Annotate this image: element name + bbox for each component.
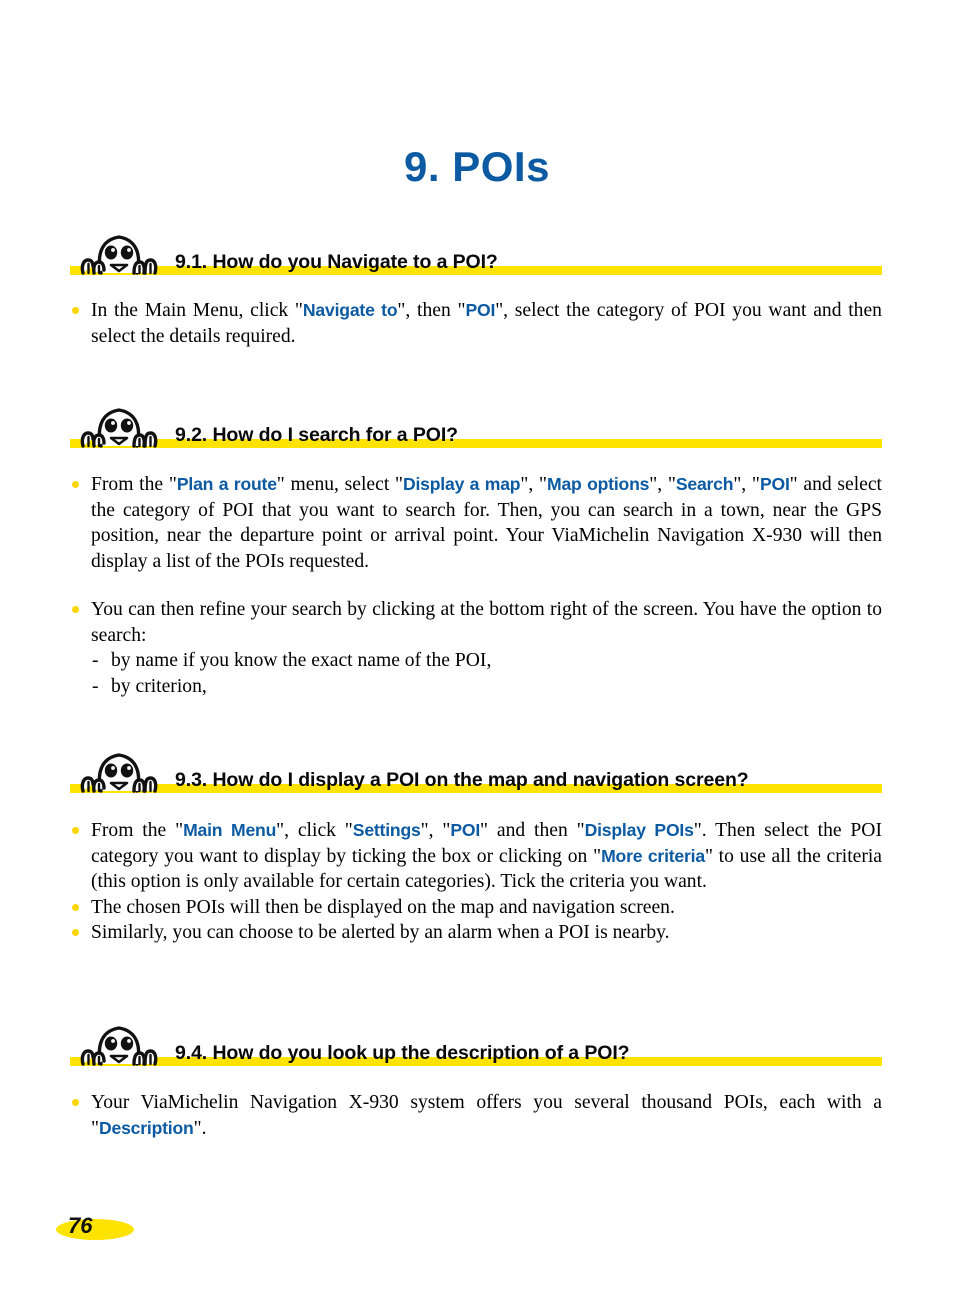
ui-term: Map options: [546, 474, 650, 494]
section-heading: 9.2. How do I search for a POI?: [175, 423, 458, 446]
sub-list: by name if you know the exact name of th…: [91, 648, 882, 699]
paragraph-text: The chosen POIs will then be displayed o…: [91, 896, 675, 918]
section-heading: 9.3. How do I display a POI on the map a…: [175, 768, 749, 791]
sub-list-item: by criterion,: [91, 674, 882, 700]
section-9-1-body: In the Main Menu, click "Navigate to", t…: [70, 298, 882, 349]
ui-term: Display a map: [402, 474, 521, 494]
section-9-2-body: From the "Plan a route" menu, select "Di…: [70, 472, 882, 699]
ui-term: POI: [759, 474, 790, 494]
footer-page-number: 76: [56, 1213, 136, 1240]
list-item: Similarly, you can choose to be alerted …: [70, 920, 882, 946]
list-item: From the "Main Menu", click "Settings", …: [70, 818, 882, 895]
section-9-1-header: 9.1. How do you Navigate to a POI?: [70, 219, 882, 275]
paragraph-text: In the Main Menu, click "Navigate to", t…: [91, 300, 882, 347]
section-9-4: 9.4. How do you look up the description …: [70, 1010, 882, 1066]
bullet-list: In the Main Menu, click "Navigate to", t…: [70, 298, 882, 349]
list-item: You can then refine your search by click…: [70, 597, 882, 699]
ui-term: Search: [675, 474, 734, 494]
bullet-list: Your ViaMichelin Navigation X-930 system…: [70, 1090, 882, 1141]
section-heading: 9.4. How do you look up the description …: [175, 1041, 630, 1064]
paragraph-text: Your ViaMichelin Navigation X-930 system…: [91, 1092, 882, 1139]
ui-term: Description: [99, 1117, 194, 1138]
section-9-1: 9.1. How do you Navigate to a POI?: [70, 219, 882, 275]
section-9-2-header: 9.2. How do I search for a POI?: [70, 392, 882, 448]
paragraph-text: Similarly, you can choose to be alerted …: [91, 922, 670, 943]
manual-page: 9. POIs 9.1. How do you Navigate to a PO…: [0, 0, 954, 1304]
section-9-4-body: Your ViaMichelin Navigation X-930 system…: [70, 1090, 882, 1141]
ui-term: Main Menu: [183, 820, 277, 840]
ui-term: POI: [450, 820, 481, 840]
list-item: The chosen POIs will then be displayed o…: [70, 895, 882, 921]
paragraph-text: From the "Main Menu", click "Settings", …: [91, 820, 883, 892]
section-9-3-header: 9.3. How do I display a POI on the map a…: [70, 737, 882, 793]
paragraph-text: You can then refine your search by click…: [91, 599, 882, 646]
paragraph-text: From the "Plan a route" menu, select "Di…: [91, 474, 882, 572]
ui-term: Navigate to: [302, 300, 398, 320]
ui-term: POI: [465, 300, 496, 320]
page-title: 9. POIs: [404, 143, 550, 191]
michelin-bibendum-icon: [70, 739, 168, 793]
michelin-bibendum-icon: [70, 221, 168, 275]
section-heading: 9.1. How do you Navigate to a POI?: [175, 250, 498, 273]
section-9-3: 9.3. How do I display a POI on the map a…: [70, 737, 882, 793]
ui-term: Display POIs: [584, 820, 694, 840]
section-9-4-header: 9.4. How do you look up the description …: [70, 1010, 882, 1066]
michelin-bibendum-icon: [70, 1012, 168, 1066]
list-item: Your ViaMichelin Navigation X-930 system…: [70, 1090, 882, 1141]
sub-list-item: by name if you know the exact name of th…: [91, 648, 882, 674]
ui-term: More criteria: [601, 845, 705, 866]
list-item: In the Main Menu, click "Navigate to", t…: [70, 298, 882, 349]
section-9-3-body: From the "Main Menu", click "Settings", …: [70, 818, 882, 946]
bullet-list: From the "Plan a route" menu, select "Di…: [70, 472, 882, 699]
section-9-2: 9.2. How do I search for a POI?: [70, 392, 882, 448]
page-number-text: 76: [68, 1213, 93, 1238]
ui-term: Plan a route: [176, 474, 277, 494]
michelin-bibendum-icon: [70, 394, 168, 448]
list-item: From the "Plan a route" menu, select "Di…: [70, 472, 882, 574]
bullet-list: From the "Main Menu", click "Settings", …: [70, 818, 882, 946]
ui-term: Settings: [352, 820, 421, 840]
